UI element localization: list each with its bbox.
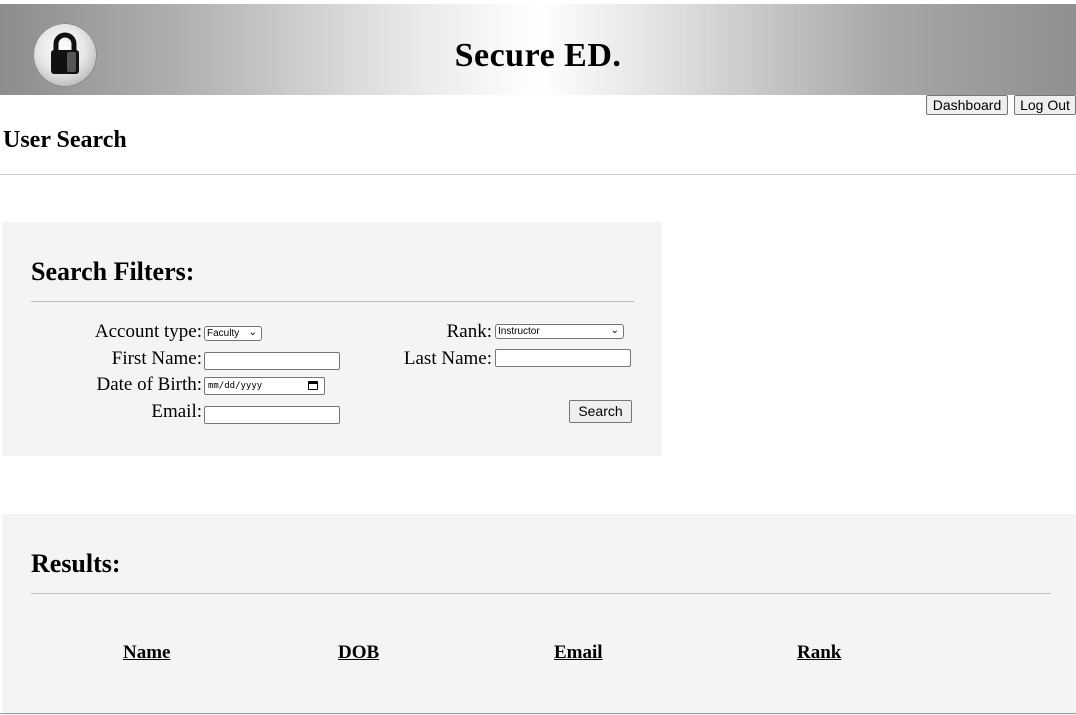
divider bbox=[0, 174, 1076, 175]
rank-select[interactable]: Instructor ⌄ bbox=[495, 324, 624, 339]
email-label: Email: bbox=[151, 401, 202, 422]
dob-placeholder: mm/dd/yyyy bbox=[208, 381, 263, 391]
last-name-field[interactable] bbox=[495, 349, 631, 367]
results-divider bbox=[31, 593, 1051, 594]
site-title: Secure ED. bbox=[454, 37, 622, 74]
dob-label: Date of Birth: bbox=[96, 374, 202, 395]
first-name-label: First Name: bbox=[111, 348, 202, 369]
calendar-icon[interactable] bbox=[308, 381, 318, 390]
rank-label: Rank: bbox=[446, 321, 492, 342]
account-type-value: Faculty bbox=[207, 328, 240, 339]
rank-value: Instructor bbox=[498, 326, 540, 337]
results-title: Results: bbox=[31, 549, 121, 578]
column-header-rank[interactable]: Rank bbox=[797, 642, 841, 664]
last-name-label: Last Name: bbox=[403, 348, 492, 369]
page-title: User Search bbox=[3, 127, 127, 153]
logout-button[interactable]: Log Out bbox=[1014, 95, 1076, 115]
filters-title: Search Filters: bbox=[31, 257, 195, 286]
column-header-name[interactable]: Name bbox=[123, 642, 170, 664]
search-button[interactable]: Search bbox=[569, 400, 632, 423]
filters-divider bbox=[31, 301, 634, 302]
dashboard-button[interactable]: Dashboard bbox=[926, 95, 1008, 115]
site-header: Secure ED. bbox=[0, 4, 1076, 95]
search-filters-panel: Search Filters: Account type: Faculty ⌄ … bbox=[2, 222, 662, 456]
results-panel: Results: Name DOB Email Rank bbox=[2, 514, 1076, 715]
first-name-field[interactable] bbox=[204, 352, 340, 370]
results-bottom-border bbox=[0, 713, 1076, 714]
column-header-dob[interactable]: DOB bbox=[338, 642, 379, 664]
column-header-email[interactable]: Email bbox=[554, 642, 603, 664]
chevron-down-icon: ⌄ bbox=[248, 327, 257, 338]
account-type-select[interactable]: Faculty ⌄ bbox=[204, 326, 262, 341]
account-type-label: Account type: bbox=[94, 321, 202, 342]
email-field[interactable] bbox=[204, 406, 340, 424]
dob-field[interactable]: mm/dd/yyyy bbox=[204, 377, 325, 395]
chevron-down-icon: ⌄ bbox=[610, 325, 619, 336]
